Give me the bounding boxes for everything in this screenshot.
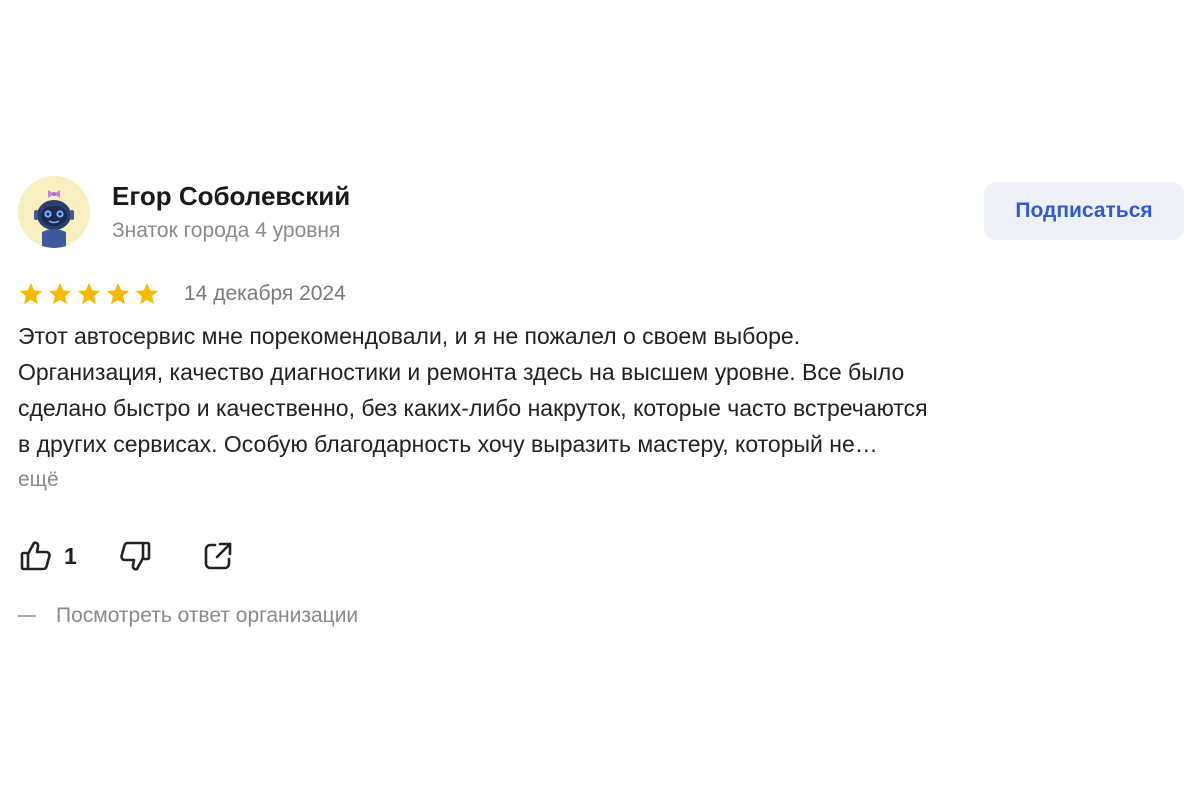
- org-reply-link[interactable]: Посмотреть ответ организации: [18, 602, 358, 630]
- star-icon: [134, 281, 160, 307]
- robot-avatar-icon: [18, 176, 90, 248]
- star-icon: [47, 281, 73, 307]
- dash-divider: [18, 615, 36, 617]
- author-level: Знаток города 4 уровня: [112, 219, 341, 242]
- review-actions: 1: [18, 536, 235, 576]
- thumbs-up-icon: [20, 541, 51, 571]
- like-count: 1: [64, 542, 77, 569]
- org-reply-label: Посмотреть ответ организации: [56, 604, 359, 627]
- subscribe-button[interactable]: Подписаться: [984, 182, 1184, 240]
- review-text-line: Организация, качество диагностики и ремо…: [18, 359, 905, 385]
- avatar[interactable]: [18, 176, 90, 248]
- review-text-line: Этот автосервис мне порекомендовали, и я…: [18, 323, 801, 349]
- review-card: Егор Соболевский Знаток города 4 уровня …: [18, 172, 1186, 627]
- like-button[interactable]: 1: [18, 538, 77, 574]
- review-text: Этот автосервис мне порекомендовали, и я…: [18, 318, 1186, 462]
- dislike-button[interactable]: [117, 538, 153, 574]
- thumbs-down-icon: [120, 541, 151, 571]
- review-date: 14 декабря 2024: [184, 282, 346, 305]
- rating-stars: [18, 281, 160, 307]
- star-icon: [105, 281, 131, 307]
- review-text-line: в других сервисах. Особую благодарность …: [18, 431, 878, 457]
- show-more-link[interactable]: ещё: [18, 466, 59, 494]
- review-header: Егор Соболевский Знаток города 4 уровня …: [18, 172, 1186, 252]
- star-icon: [76, 281, 102, 307]
- share-button[interactable]: [201, 539, 235, 573]
- author-name[interactable]: Егор Соболевский: [112, 180, 350, 212]
- review-meta: 14 декабря 2024: [18, 280, 346, 308]
- review-text-line: сделано быстро и качественно, без каких-…: [18, 395, 928, 421]
- star-icon: [18, 281, 44, 307]
- share-icon: [204, 542, 232, 570]
